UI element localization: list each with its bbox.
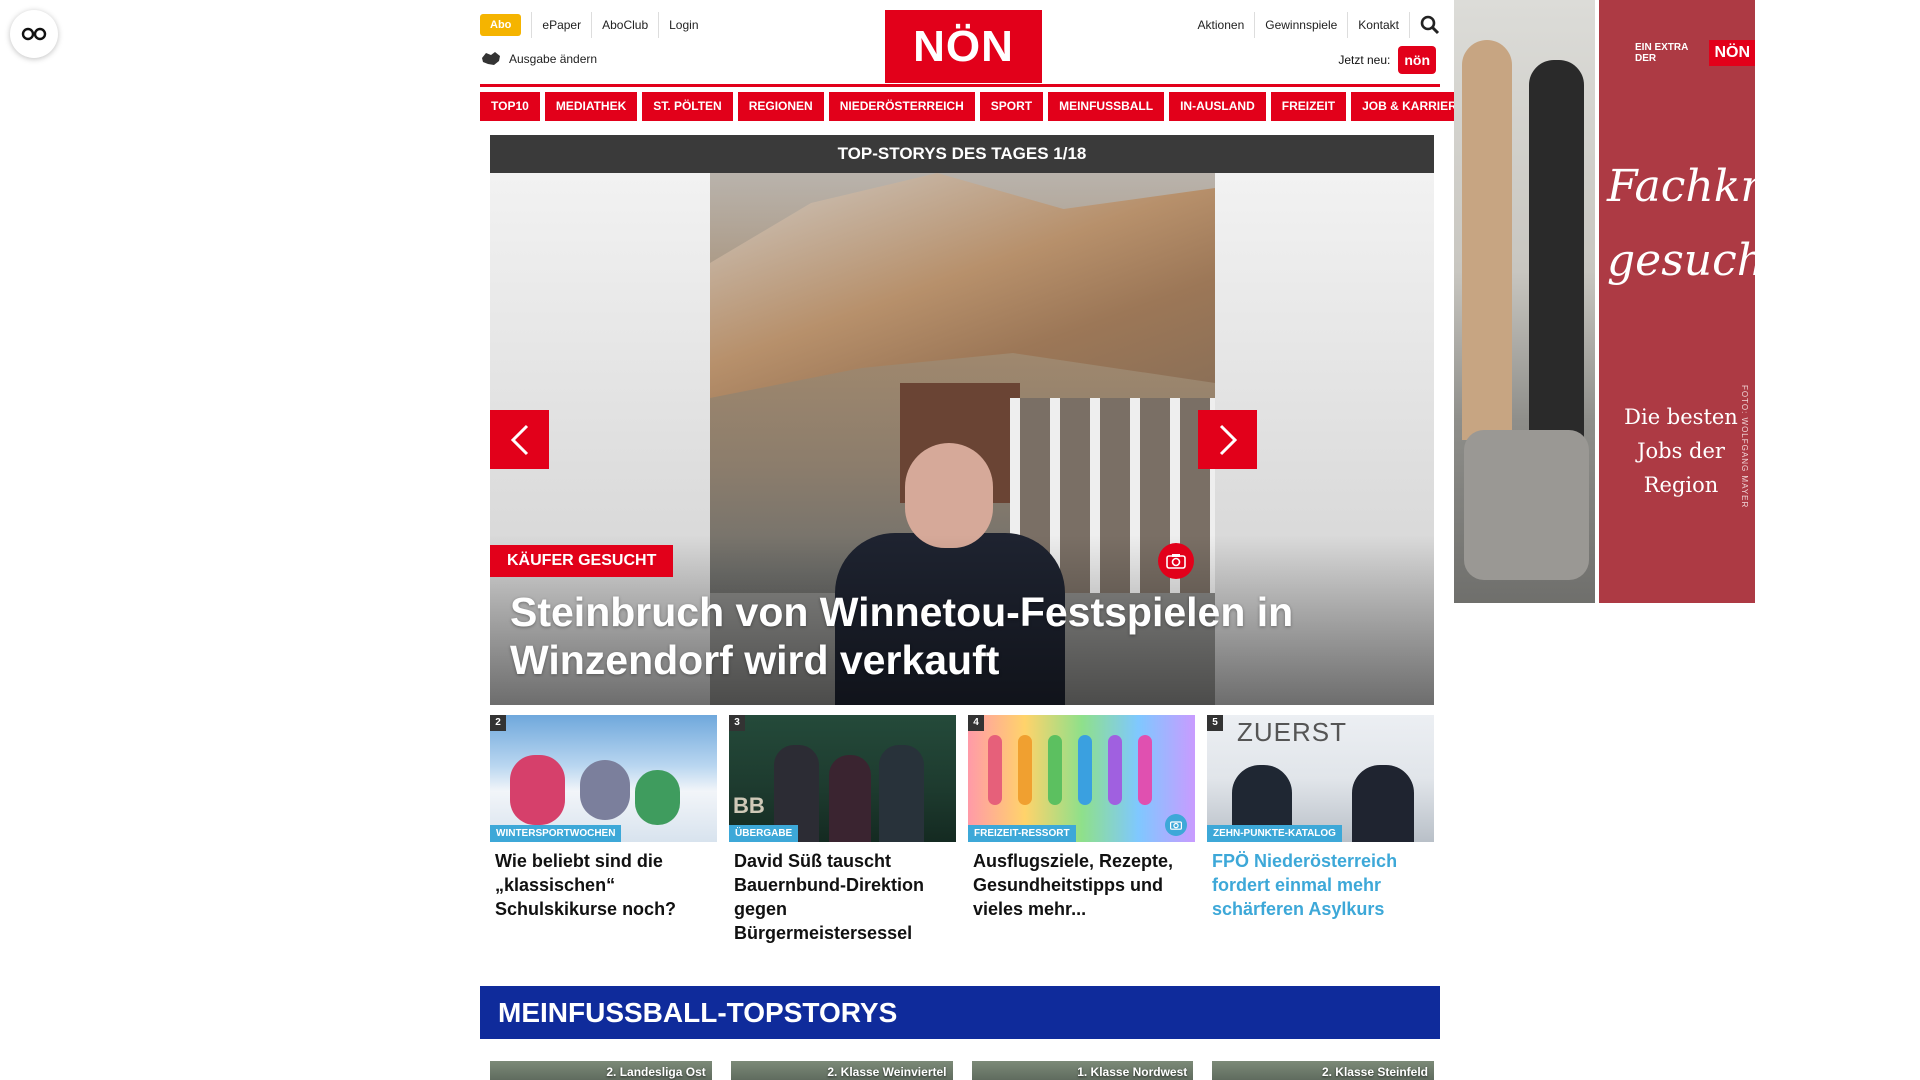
story-image: 4 FREIZEIT-RESSORT bbox=[968, 715, 1195, 842]
ad-logo: EIN EXTRA DER NÖN bbox=[1635, 40, 1755, 66]
site-header: Abo ePaper AboClub Login Ausgabe ändern … bbox=[480, 0, 1440, 84]
chevron-right-icon bbox=[1219, 424, 1237, 455]
camera-icon bbox=[1158, 543, 1194, 579]
story-rank: 3 bbox=[729, 715, 745, 731]
story-card[interactable]: 2 WINTERSPORTWOCHEN Wie beliebt sind die… bbox=[490, 715, 717, 945]
site-logo[interactable]: NÖN bbox=[885, 10, 1042, 83]
job-ad-banner[interactable]: EIN EXTRA DER NÖN Fachkräfte gesucht Die… bbox=[1454, 0, 1848, 603]
story-tag: WINTERSPORTWOCHEN bbox=[490, 825, 622, 842]
nav-item-regionen[interactable]: REGIONEN bbox=[737, 92, 824, 121]
league-label: 2. Klasse Steinfeld bbox=[1321, 1065, 1428, 1079]
search-icon[interactable] bbox=[1420, 15, 1440, 35]
story-title[interactable]: David Süß tauscht Bauernbund-Direktion g… bbox=[729, 849, 956, 945]
nav-item-freizeit[interactable]: FREIZEIT bbox=[1270, 92, 1347, 121]
story-rank: 4 bbox=[968, 715, 984, 731]
ad-headline: Fachkräfte gesucht bbox=[1607, 161, 1848, 286]
story-tag: ZEHN-PUNKTE-KATALOG bbox=[1207, 825, 1342, 842]
page-container: Abo ePaper AboClub Login Ausgabe ändern … bbox=[480, 0, 1476, 1080]
story-tag: FREIZEIT-RESSORT bbox=[968, 825, 1076, 842]
chevron-left-icon bbox=[510, 424, 528, 455]
league-card[interactable]: 2. Landesliga Ost bbox=[490, 1061, 712, 1080]
ad-photo-credit: FOTO: WOLFGANG MAYER bbox=[1740, 385, 1749, 509]
league-label: 2. Landesliga Ost bbox=[606, 1065, 706, 1079]
abo-button[interactable]: Abo bbox=[480, 14, 522, 36]
utility-nav-left: Abo ePaper AboClub Login bbox=[480, 12, 709, 38]
top-story-cards: 2 WINTERSPORTWOCHEN Wie beliebt sind die… bbox=[490, 715, 1434, 945]
camera-icon bbox=[1165, 814, 1187, 836]
story-title[interactable]: FPÖ Niederösterreich fordert einmal mehr… bbox=[1207, 849, 1434, 921]
league-card[interactable]: 2. Klasse Weinviertel bbox=[730, 1061, 953, 1080]
carousel-prev-button[interactable] bbox=[490, 410, 549, 469]
league-label: 2. Klasse Weinviertel bbox=[827, 1065, 947, 1079]
story-title[interactable]: Ausflugsziele, Rezepte, Gesundheitstipps… bbox=[968, 849, 1195, 921]
kontakt-link[interactable]: Kontakt bbox=[1348, 12, 1410, 38]
utility-nav-right: Aktionen Gewinnspiele Kontakt bbox=[1188, 12, 1440, 38]
nav-item-top10[interactable]: TOP10 bbox=[480, 92, 540, 121]
ad-noen-logo: NÖN bbox=[1709, 40, 1755, 66]
nav-item-st-poelten[interactable]: ST. PÖLTEN bbox=[642, 92, 733, 121]
ad-small-label: EIN EXTRA DER bbox=[1635, 42, 1688, 64]
story-tag: ÜBERGABE bbox=[729, 825, 799, 842]
header-divider bbox=[480, 84, 1440, 87]
nav-item-in-ausland[interactable]: IN-AUSLAND bbox=[1169, 92, 1266, 121]
jetzt-neu[interactable]: Jetzt neu: nön bbox=[1338, 46, 1436, 74]
map-region-icon bbox=[482, 52, 500, 65]
aktionen-link[interactable]: Aktionen bbox=[1188, 12, 1256, 38]
story-image: 2 WINTERSPORTWOCHEN bbox=[490, 715, 717, 842]
story-title[interactable]: Wie beliebt sind die „klassischen“ Schul… bbox=[490, 849, 717, 921]
edition-label: Ausgabe ändern bbox=[509, 52, 598, 66]
reader-toggle-button[interactable] bbox=[10, 10, 58, 58]
epaper-link[interactable]: ePaper bbox=[531, 12, 591, 38]
top-stories-header: TOP-STORYS DES TAGES 1/18 bbox=[490, 135, 1434, 173]
jetzt-label: Jetzt neu: bbox=[1338, 53, 1391, 67]
nav-item-mediathek[interactable]: MEDIATHEK bbox=[544, 92, 638, 121]
nav-item-sport[interactable]: SPORT bbox=[979, 92, 1044, 121]
meinfussball-header[interactable]: MEINFUSSBALL-TOPSTORYS bbox=[480, 986, 1440, 1039]
league-card[interactable]: 2. Klasse Steinfeld bbox=[1212, 1061, 1434, 1080]
story-card[interactable]: BB 3 ÜBERGABE David Süß tauscht Bauernbu… bbox=[729, 715, 956, 945]
hero-headline[interactable]: Steinbruch von Winnetou-Festspielen in W… bbox=[510, 588, 1410, 684]
story-image: BB 3 ÜBERGABE bbox=[729, 715, 956, 842]
glasses-icon bbox=[21, 27, 47, 41]
meinfussball-cards: 2. Landesliga Ost 2. Klasse Weinviertel … bbox=[490, 1061, 1434, 1080]
hero-category-tag[interactable]: KÄUFER GESUCHT bbox=[490, 545, 674, 577]
nav-item-niederoesterreich[interactable]: NIEDERÖSTERREICH bbox=[828, 92, 975, 121]
story-card[interactable]: 4 FREIZEIT-RESSORT Ausflugsziele, Rezept… bbox=[968, 715, 1195, 945]
ad-subline: Die besten Jobs der Region bbox=[1624, 405, 1738, 497]
story-rank: 2 bbox=[490, 715, 506, 731]
main-nav: TOP10 MEDIATHEK ST. PÖLTEN REGIONEN NIED… bbox=[480, 92, 1476, 121]
league-card[interactable]: 1. Klasse Nordwest bbox=[971, 1061, 1194, 1080]
gewinnspiele-link[interactable]: Gewinnspiele bbox=[1255, 12, 1349, 38]
login-link[interactable]: Login bbox=[658, 12, 708, 38]
nav-item-meinfussball[interactable]: MEINFUSSBALL bbox=[1048, 92, 1165, 121]
story-card[interactable]: ZUERST 5 ZEHN-PUNKTE-KATALOG FPÖ Niederö… bbox=[1207, 715, 1434, 945]
league-label: 1. Klasse Nordwest bbox=[1077, 1065, 1188, 1079]
edition-switcher[interactable]: Ausgabe ändern bbox=[480, 50, 597, 68]
aboclub-link[interactable]: AboClub bbox=[591, 12, 658, 38]
noen-app-badge[interactable]: nön bbox=[1398, 46, 1436, 74]
ad-text-panel: EIN EXTRA DER NÖN Fachkräfte gesucht Die… bbox=[1599, 0, 1848, 603]
carousel-next-button[interactable] bbox=[1198, 410, 1257, 469]
story-image: ZUERST 5 ZEHN-PUNKTE-KATALOG bbox=[1207, 715, 1434, 842]
ad-image bbox=[1454, 0, 1595, 603]
story-rank: 5 bbox=[1207, 715, 1223, 731]
